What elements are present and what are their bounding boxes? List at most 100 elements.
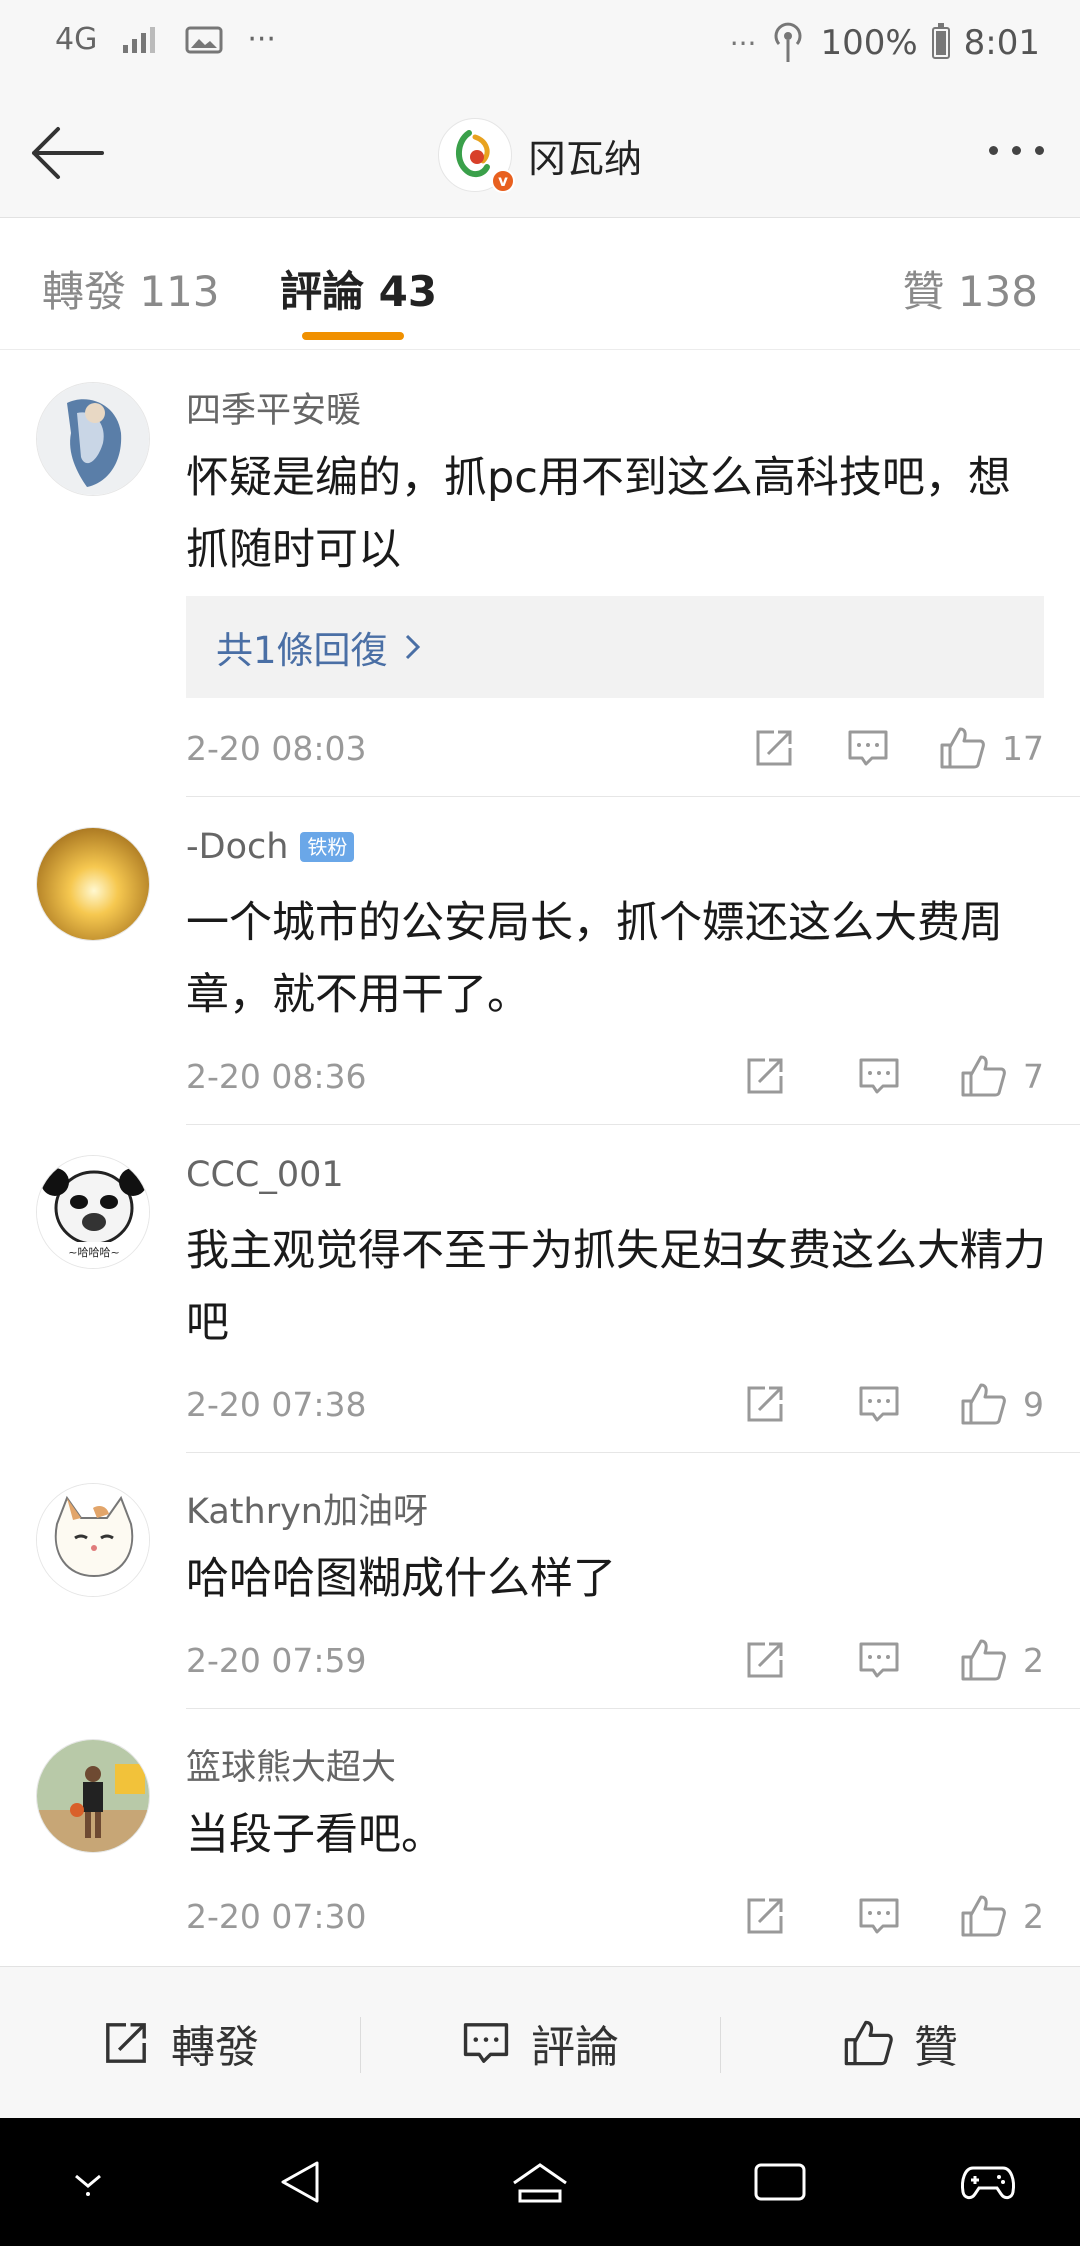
hide-keyboard-button[interactable] — [56, 2152, 120, 2212]
like-button[interactable] — [936, 722, 988, 774]
comment-action-button[interactable]: 評論 — [360, 1967, 720, 2118]
like-count: 9 — [1023, 1384, 1044, 1424]
like-count: 17 — [1002, 728, 1044, 768]
more-dots-icon — [989, 146, 998, 155]
username[interactable]: Kathryn加油呀 — [186, 1483, 428, 1534]
comment-button[interactable] — [853, 1378, 905, 1430]
comment-button[interactable] — [842, 722, 894, 774]
comment-button[interactable] — [853, 1050, 905, 1102]
avatar[interactable]: ~哈哈哈~ — [36, 1155, 150, 1269]
share-button[interactable] — [748, 722, 800, 774]
svg-text:~哈哈哈~: ~哈哈哈~ — [68, 1246, 119, 1259]
replies-label: 共1條回復 — [216, 629, 388, 672]
system-recents-button[interactable] — [748, 2152, 812, 2212]
clock: 8:01 — [963, 23, 1040, 63]
overflow-icon: ··· — [729, 26, 757, 60]
signal-icon — [123, 26, 156, 53]
comment-meta: 2-20 08:36 7 — [186, 1046, 1044, 1106]
recents-icon — [754, 2163, 806, 2201]
tab-likes[interactable]: 贊 138 — [902, 258, 1038, 319]
share-button[interactable] — [739, 1378, 791, 1430]
chevron-right-icon — [405, 634, 420, 660]
comment-meta: 2-20 08:03 17 — [186, 718, 1044, 778]
comment-text: 我主观觉得不至于为抓失足妇女费这么大精力吧 — [186, 1226, 1046, 1348]
like-count: 2 — [1023, 1640, 1044, 1680]
nav-title[interactable]: v 冈瓦纳 — [0, 118, 1080, 193]
like-button[interactable] — [957, 1890, 1009, 1942]
tab-comments[interactable]: 評論 43 — [280, 258, 437, 319]
timestamp: 2-20 07:30 — [186, 1896, 367, 1936]
username-text: CCC_001 — [186, 1155, 344, 1195]
comment-meta: 2-20 07:38 9 — [186, 1374, 1044, 1434]
thumbs-up-icon — [961, 1055, 1006, 1097]
page-title: 冈瓦纳 — [527, 136, 642, 181]
avatar[interactable] — [36, 382, 150, 496]
comment-text: 哈哈哈图糊成什么样了 — [186, 1554, 616, 1604]
more-button[interactable] — [979, 136, 1054, 165]
system-navigation-bar — [0, 2118, 1080, 2246]
avatar-image — [37, 1484, 149, 1596]
system-home-button[interactable] — [508, 2152, 572, 2212]
comment-meta: 2-20 07:30 2 — [186, 1886, 1044, 1946]
active-tab-indicator — [302, 332, 404, 340]
comment-icon — [859, 1386, 899, 1422]
image-notification-icon — [185, 26, 223, 53]
home-icon — [513, 2163, 567, 2203]
timestamp: 2-20 07:59 — [186, 1640, 367, 1680]
comment-button[interactable] — [853, 1890, 905, 1942]
share-button[interactable] — [739, 1890, 791, 1942]
tab-bar: 轉發 113 評論 43 贊 138 — [0, 218, 1080, 350]
more-notifications-icon: ··· — [247, 22, 276, 57]
bottom-action-bar: 轉發 評論 贊 — [0, 1966, 1080, 2118]
battery-percent: 100% — [820, 23, 918, 63]
thumbs-up-icon — [844, 2020, 893, 2065]
comment-icon — [859, 1898, 899, 1934]
comment-text: 怀疑是编的，抓pc用不到这么高科技吧，想抓随时可以 — [186, 453, 1011, 575]
username-text: 四季平安暖 — [186, 391, 362, 431]
more-dot — [1035, 146, 1044, 155]
game-tools-button[interactable] — [956, 2152, 1020, 2212]
avatar[interactable] — [36, 827, 150, 941]
avatar[interactable] — [36, 1483, 150, 1597]
share-icon — [747, 1642, 783, 1678]
share-icon — [747, 1898, 783, 1934]
avatar-image — [37, 828, 149, 940]
tab-reposts[interactable]: 轉發 113 — [42, 258, 220, 319]
comment-text: 一个城市的公安局长，抓个嫖还这么大费周章，就不用干了。 — [186, 898, 1003, 1020]
network-indicator: 4G — [55, 22, 98, 57]
system-back-button[interactable] — [268, 2152, 332, 2212]
username[interactable]: -Doch 铁粉 — [186, 827, 355, 867]
fan-badge: 铁粉 — [300, 832, 355, 862]
username-text: Kathryn加油呀 — [186, 1492, 428, 1532]
thumbs-up-icon — [940, 727, 985, 769]
timestamp: 2-20 08:36 — [186, 1056, 367, 1096]
thumbs-up-icon — [961, 1639, 1006, 1681]
username[interactable]: CCC_001 — [186, 1155, 344, 1195]
comment-item: 四季平安暖 怀疑是编的，抓pc用不到这么高科技吧，想抓随时可以 共1條回復 2-… — [0, 352, 1080, 797]
replies-link[interactable]: 共1條回復 — [186, 596, 1044, 698]
comment-item: 篮球熊大超大 当段子看吧。 2-20 07:30 2 — [0, 1709, 1080, 1966]
avatar-image — [37, 1740, 149, 1852]
repost-label: 轉發 — [171, 2021, 259, 2073]
comment-item: Kathryn加油呀 哈哈哈图糊成什么样了 2-20 07:59 2 — [0, 1453, 1080, 1709]
share-button[interactable] — [739, 1634, 791, 1686]
avatar-image: ~哈哈哈~ — [37, 1156, 149, 1268]
like-button[interactable] — [957, 1378, 1009, 1430]
comment-icon — [859, 1058, 899, 1094]
comment-item: ~哈哈哈~ CCC_001 我主观觉得不至于为抓失足妇女费这么大精力吧 2-20… — [0, 1125, 1080, 1453]
share-icon — [756, 730, 792, 766]
like-button[interactable] — [957, 1634, 1009, 1686]
avatar[interactable] — [36, 1739, 150, 1853]
share-button[interactable] — [739, 1050, 791, 1102]
top-nav-bar: v 冈瓦纳 — [0, 90, 1080, 218]
comment-button[interactable] — [853, 1634, 905, 1686]
username[interactable]: 篮球熊大超大 — [186, 1739, 396, 1790]
like-button[interactable] — [957, 1050, 1009, 1102]
repost-button[interactable]: 轉發 — [0, 1967, 360, 2118]
share-icon — [747, 1058, 783, 1094]
share-icon — [747, 1386, 783, 1422]
like-action-button[interactable]: 贊 — [720, 1967, 1080, 2118]
timestamp: 2-20 07:38 — [186, 1384, 367, 1424]
username[interactable]: 四季平安暖 — [186, 382, 361, 433]
comment-text: 当段子看吧。 — [186, 1810, 444, 1860]
